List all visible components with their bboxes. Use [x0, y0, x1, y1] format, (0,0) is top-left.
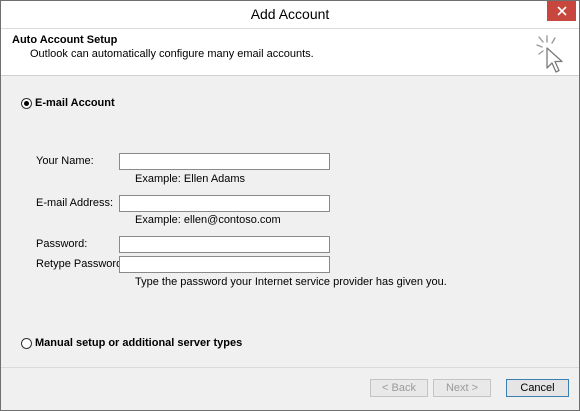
footer-divider — [1, 367, 579, 368]
wizard-header: Auto Account Setup Outlook can automatic… — [1, 29, 579, 76]
header-subtitle: Outlook can automatically configure many… — [30, 48, 314, 60]
manual-setup-option[interactable]: Manual setup or additional server types — [21, 337, 242, 349]
next-button[interactable]: Next > — [433, 379, 491, 397]
email-account-label: E-mail Account — [35, 97, 115, 109]
window-title: Add Account — [250, 6, 330, 22]
wizard-cursor-icon — [536, 35, 563, 73]
email-address-label: E-mail Address: — [36, 197, 114, 209]
manual-setup-radio[interactable] — [21, 337, 32, 349]
back-button[interactable]: < Back — [370, 379, 428, 397]
password-label: Password: — [36, 238, 88, 250]
close-button[interactable] — [547, 1, 576, 21]
password-input[interactable] — [119, 236, 330, 253]
your-name-input[interactable] — [119, 153, 330, 170]
your-name-label: Your Name: — [36, 155, 94, 167]
your-name-hint: Example: Ellen Adams — [135, 173, 246, 185]
email-address-input[interactable] — [119, 195, 330, 212]
header-title: Auto Account Setup — [12, 34, 118, 46]
retype-password-label: Retype Password: — [36, 258, 126, 270]
add-account-dialog: Add Account Auto Account Setup Outlook c… — [0, 0, 580, 411]
retype-password-input[interactable] — [119, 256, 330, 273]
close-icon — [556, 6, 567, 16]
email-account-radio[interactable] — [21, 97, 32, 109]
manual-setup-label: Manual setup or additional server types — [35, 337, 243, 349]
title-bar: Add Account — [1, 1, 579, 29]
password-hint: Type the password your Internet service … — [135, 276, 447, 288]
email-account-option[interactable]: E-mail Account — [21, 97, 115, 109]
cancel-button[interactable]: Cancel — [506, 379, 569, 397]
email-address-hint: Example: ellen@contoso.com — [135, 214, 281, 226]
